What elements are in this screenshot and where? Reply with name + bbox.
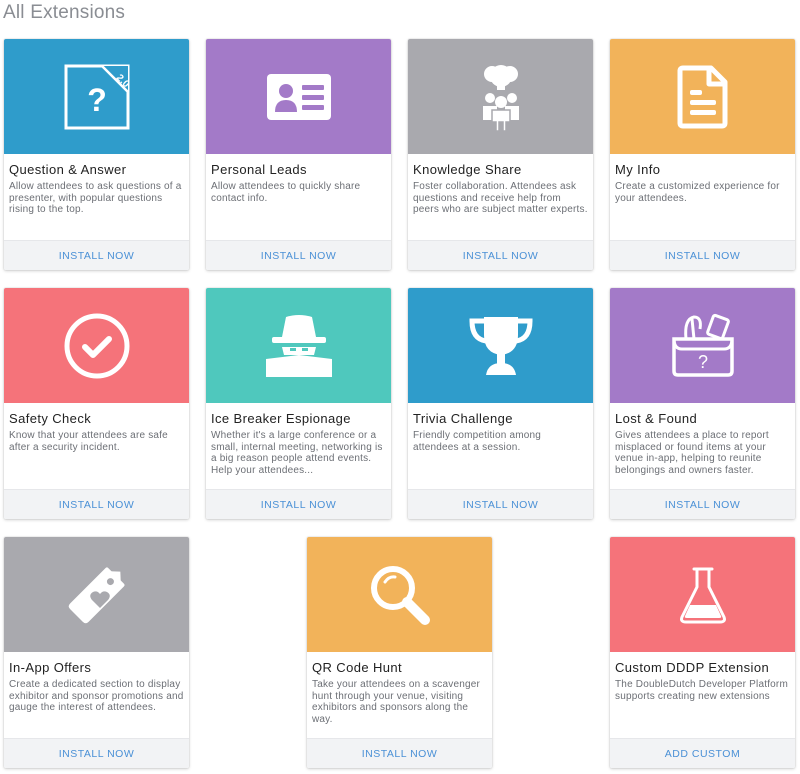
card-description: Friendly competition among attendees at … <box>413 430 542 453</box>
install-now-button[interactable]: INSTALL NOW <box>206 489 391 519</box>
card-description: Whether it's a large conference or a sma… <box>211 430 383 476</box>
card-banner <box>408 288 593 403</box>
extension-card-qr-code-hunt: QR Code Hunt Take your attendees on a sc… <box>307 537 492 768</box>
svg-text:?: ? <box>697 352 707 372</box>
card-banner <box>4 537 189 652</box>
extension-card-custom-dddp: Custom DDDP Extension The DoubleDutch De… <box>610 537 795 768</box>
card-banner <box>206 288 391 403</box>
extension-card-lost-found: ? Lost & Found Gives attendees a place t… <box>610 288 795 519</box>
extension-card-my-info: My Info Create a customized experience f… <box>610 39 795 270</box>
card-banner <box>610 537 795 652</box>
extension-card-question-answer: 2.0 ? Question & Answer Allow attendees … <box>4 39 189 270</box>
install-now-button[interactable]: INSTALL NOW <box>4 738 189 768</box>
spy-icon <box>265 314 332 377</box>
install-now-button[interactable]: INSTALL NOW <box>307 738 492 768</box>
install-now-button[interactable]: INSTALL NOW <box>206 240 391 270</box>
extension-card-personal-leads: Personal Leads Allow attendees to quickl… <box>206 39 391 270</box>
contact-card-icon <box>266 73 331 120</box>
card-title: QR Code Hunt <box>312 660 403 675</box>
extension-card-knowledge-share: Knowledge Share Foster collaboration. At… <box>408 39 593 270</box>
card-banner <box>4 288 189 403</box>
magnifier-icon <box>370 565 430 625</box>
idea-people-icon <box>482 64 519 132</box>
card-title: Ice Breaker Espionage <box>211 411 351 426</box>
card-description: Know that your attendees are safe after … <box>9 430 168 453</box>
extension-card-in-app-offers: In-App Offers Create a dedicated section… <box>4 537 189 768</box>
card-title: Personal Leads <box>211 162 307 177</box>
card-title: In-App Offers <box>9 660 92 675</box>
card-banner <box>610 39 795 154</box>
card-title: Safety Check <box>9 411 92 426</box>
install-now-button[interactable]: INSTALL NOW <box>610 489 795 519</box>
install-now-button[interactable]: INSTALL NOW <box>408 489 593 519</box>
card-description: Allow attendees to quickly share contact… <box>211 181 361 204</box>
card-banner <box>307 537 492 652</box>
lost-found-box-icon: ? <box>671 313 734 377</box>
check-circle-icon <box>64 313 129 378</box>
card-description: Foster collaboration. Attendees ask ques… <box>413 181 588 215</box>
flask-icon <box>679 567 726 623</box>
heart-tag-icon <box>68 566 125 623</box>
card-banner <box>206 39 391 154</box>
card-title: Question & Answer <box>9 162 127 177</box>
card-title: Lost & Found <box>615 411 698 426</box>
document-icon <box>677 65 727 128</box>
card-title: Custom DDDP Extension <box>615 660 770 675</box>
question-board-icon: 2.0 ? <box>64 64 131 129</box>
extension-card-ice-breaker-espionage: Ice Breaker Espionage Whether it's a lar… <box>206 288 391 519</box>
card-description: The DoubleDutch Developer Platform suppo… <box>615 679 788 702</box>
card-description: Allow attendees to ask questions of a pr… <box>9 181 182 215</box>
install-now-button[interactable]: INSTALL NOW <box>408 240 593 270</box>
extension-card-safety-check: Safety Check Know that your attendees ar… <box>4 288 189 519</box>
trophy-icon <box>468 316 533 375</box>
install-now-button[interactable]: INSTALL NOW <box>610 240 795 270</box>
extension-card-trivia-challenge: Trivia Challenge Friendly competition am… <box>408 288 593 519</box>
card-description: Create a customized experience for your … <box>615 181 780 204</box>
page-title: All Extensions <box>3 2 126 23</box>
card-banner: ? <box>610 288 795 403</box>
card-description: Take your attendees on a scavenger hunt … <box>312 679 481 725</box>
card-title: Trivia Challenge <box>413 411 513 426</box>
add-custom-button[interactable]: ADD CUSTOM <box>610 738 795 768</box>
card-title: Knowledge Share <box>413 162 522 177</box>
install-now-button[interactable]: INSTALL NOW <box>4 240 189 270</box>
svg-text:?: ? <box>87 82 107 118</box>
card-description: Create a dedicated section to display ex… <box>9 679 184 713</box>
card-description: Gives attendees a place to report mispla… <box>615 430 769 476</box>
card-title: My Info <box>615 162 661 177</box>
install-now-button[interactable]: INSTALL NOW <box>4 489 189 519</box>
card-banner: 2.0 ? <box>4 39 189 154</box>
card-banner <box>408 39 593 154</box>
